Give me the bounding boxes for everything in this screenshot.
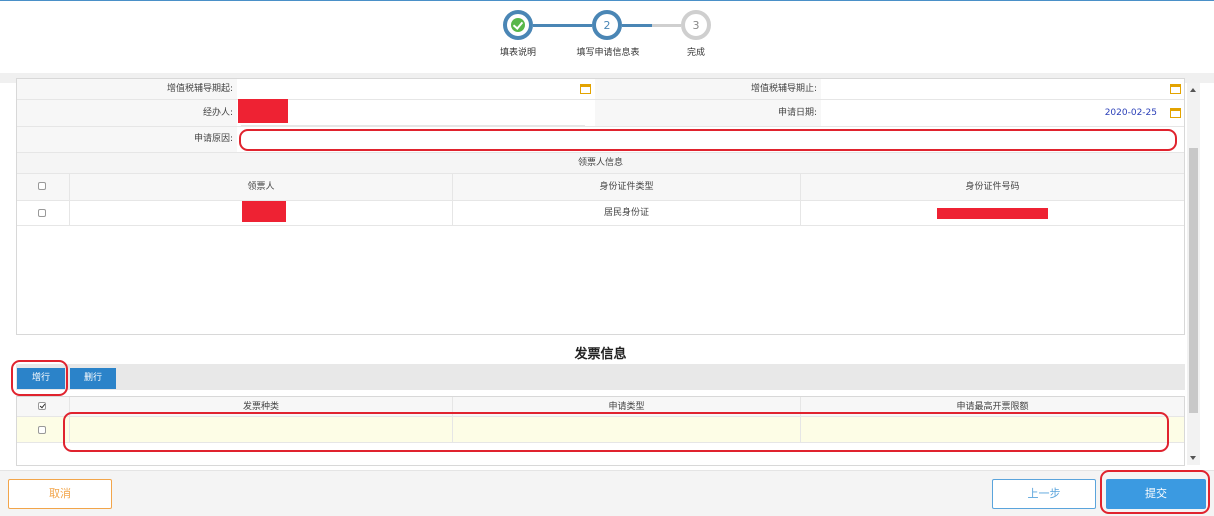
invoice-row-checkbox[interactable] [38, 426, 46, 434]
step-3-number: 3 [692, 18, 700, 32]
receiver-id-type-cell: 居民身份证 [603, 208, 649, 218]
calendar-icon[interactable] [580, 84, 591, 94]
vat-period-row: 增值税辅导期起: 增值税辅导期止: [17, 79, 1184, 100]
reason-label: 申请原因: [17, 127, 237, 152]
handler-label: 经办人: [17, 100, 237, 126]
vat-period-end-label: 增值税辅导期止: [595, 79, 821, 99]
step-2-label: 填写申请信息表 [576, 48, 640, 58]
apply-date-label: 申请日期: [595, 100, 821, 126]
invoice-toolbar: 增行 删行 [16, 364, 1185, 390]
footer-bar: 取消 上一步 提交 [0, 470, 1214, 516]
handler-redacted [238, 99, 288, 123]
step-3-circle: 3 [681, 10, 711, 40]
annotation-reason-highlight [239, 129, 1177, 151]
receiver-col-id-type: 身份证件类型 [599, 182, 654, 192]
cancel-button[interactable]: 取消 [8, 479, 112, 509]
step-connector-1 [533, 24, 592, 27]
progress-stepper: 2 3 填表说明 填写申请信息表 完成 [0, 1, 1214, 73]
annotation-invoice-row-highlight [63, 412, 1169, 452]
step-connector-2-pending [652, 24, 681, 27]
previous-step-button[interactable]: 上一步 [992, 479, 1096, 509]
receiver-row-checkbox[interactable] [38, 209, 46, 217]
handler-row: 经办人: 申请日期: 2020-02-25 [17, 99, 1184, 127]
vat-period-start-label: 增值税辅导期起: [17, 79, 237, 99]
step-2-number: 2 [603, 18, 611, 32]
receiver-col-name: 领票人 [247, 182, 275, 192]
receiver-id-number-redacted [937, 208, 1048, 219]
step-1-circle [503, 10, 533, 40]
receiver-select-all-checkbox[interactable] [38, 182, 46, 190]
vertical-scrollbar[interactable] [1187, 83, 1200, 465]
step-2-circle: 2 [592, 10, 622, 40]
apply-date-input[interactable]: 2020-02-25 [823, 100, 1163, 126]
invoice-select-all-checkbox[interactable] [38, 402, 46, 410]
application-form: 增值税辅导期起: 增值税辅导期止: 经办人: 申请日期: 2020-02-25 … [16, 78, 1185, 335]
annotation-add-row-highlight [11, 360, 68, 396]
delete-row-button[interactable]: 删行 [70, 368, 116, 389]
annotation-submit-highlight [1100, 470, 1210, 514]
receiver-col-id-number: 身份证件号码 [965, 182, 1020, 192]
step-3-label: 完成 [686, 48, 705, 58]
receiver-header-row: 领票人 身份证件类型 身份证件号码 [17, 174, 1184, 201]
invoice-section-title: 发票信息 [574, 347, 627, 362]
scroll-up-icon[interactable] [1190, 88, 1196, 92]
check-icon [511, 18, 525, 32]
receiver-name-redacted [242, 201, 286, 222]
receiver-section-title: 领票人信息 [17, 153, 1184, 174]
scroll-thumb[interactable] [1189, 148, 1198, 413]
calendar-icon[interactable] [1170, 108, 1181, 118]
table-row[interactable]: 居民身份证 [17, 201, 1184, 226]
handler-input[interactable] [241, 100, 585, 126]
vat-period-start-input[interactable] [241, 79, 593, 99]
scroll-down-icon[interactable] [1190, 456, 1196, 460]
vat-period-end-input[interactable] [823, 79, 1184, 99]
calendar-icon[interactable] [1170, 84, 1181, 94]
step-1-label: 填表说明 [499, 48, 536, 58]
